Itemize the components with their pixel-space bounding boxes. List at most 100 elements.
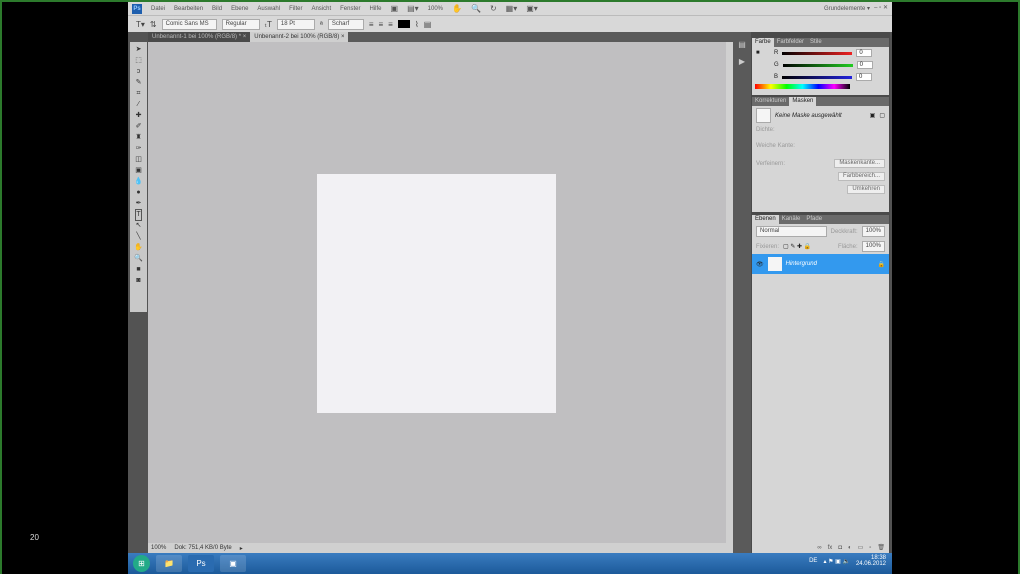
type-tool-icon[interactable]: T▾	[136, 20, 145, 29]
warp-text-icon[interactable]: ⌇	[415, 20, 419, 29]
fx-icon[interactable]: fx	[828, 545, 833, 551]
history-brush-icon[interactable]: ✑	[136, 144, 142, 154]
fill-input[interactable]: 100%	[861, 241, 885, 252]
color-ramp[interactable]	[755, 84, 850, 89]
group-icon[interactable]: ▭	[858, 544, 864, 551]
status-menu-arrow-icon[interactable]: ▸	[240, 545, 243, 552]
zoom-icon[interactable]: 🔍	[471, 4, 481, 13]
fg-color-swatch[interactable]: ■	[756, 50, 770, 56]
color-range-button[interactable]: Farbbereich...	[837, 172, 885, 181]
workspace-switcher[interactable]: Grundelemente ▾	[824, 5, 870, 12]
crop-tool-icon[interactable]: ⌗	[137, 89, 141, 99]
language-indicator[interactable]: DE	[809, 558, 817, 564]
stamp-tool-icon[interactable]: ♜	[135, 133, 141, 143]
vertical-scrollbar[interactable]	[726, 42, 733, 543]
rotate-icon[interactable]: ↻	[490, 4, 497, 13]
zoom-tool-icon[interactable]: 🔍	[134, 254, 143, 264]
zoom-dropdown[interactable]: 100%	[428, 6, 443, 12]
hand-tool-icon[interactable]: ✋	[134, 243, 143, 253]
eyedropper-tool-icon[interactable]: ⁄	[138, 100, 139, 110]
g-slider[interactable]	[782, 63, 853, 67]
path-select-tool-icon[interactable]: ↖	[136, 221, 142, 231]
bridge-icon[interactable]: ▣	[391, 4, 399, 13]
dodge-tool-icon[interactable]: ●	[136, 188, 140, 198]
document-canvas[interactable]	[317, 174, 556, 413]
marquee-tool-icon[interactable]: ⬚	[135, 56, 142, 66]
tab-masken[interactable]: Masken	[789, 97, 817, 106]
arrange-icon[interactable]: ▦▾	[506, 4, 518, 13]
font-style-select[interactable]: Regular	[221, 18, 260, 30]
window-controls[interactable]: – ▫ ✕	[874, 4, 888, 11]
pen-tool-icon[interactable]: ✒	[136, 199, 142, 209]
align-left-icon[interactable]: ≡	[369, 20, 374, 29]
vector-mask-icon[interactable]: ▢	[879, 112, 885, 119]
menu-bild[interactable]: Bild	[212, 6, 222, 12]
g-value[interactable]: 0	[856, 61, 873, 69]
menu-bearbeiten[interactable]: Bearbeiten	[174, 6, 203, 12]
link-icon[interactable]: ∞	[817, 545, 821, 551]
actions-icon[interactable]: ▶	[733, 57, 751, 66]
antialias-select[interactable]: Scharf	[327, 18, 364, 30]
pixel-mask-icon[interactable]: ▣	[870, 112, 876, 119]
blur-tool-icon[interactable]: 💧	[134, 177, 143, 187]
tab-kanaele[interactable]: Kanäle	[779, 215, 804, 224]
status-zoom[interactable]: 100%	[151, 545, 166, 551]
healing-tool-icon[interactable]: ✚	[136, 111, 142, 121]
hand-icon[interactable]: ✋	[452, 4, 462, 13]
layer-row-hintergrund[interactable]: 👁 Hintergrund 🔒	[752, 254, 889, 274]
start-button[interactable]: ⊞	[133, 555, 150, 572]
tab-stile[interactable]: Stile	[807, 38, 825, 47]
tray-icons[interactable]: ▴ ⚑ ▣ 🔈	[823, 558, 850, 565]
r-value[interactable]: 0	[856, 49, 873, 57]
tab-pfade[interactable]: Pfade	[803, 215, 825, 224]
text-color-swatch[interactable]	[397, 20, 410, 28]
tab-ebenen[interactable]: Ebenen	[752, 215, 779, 224]
visibility-eye-icon[interactable]: 👁	[756, 261, 764, 268]
opacity-input[interactable]: 100%	[861, 226, 885, 237]
quick-mask-icon[interactable]: ◙	[136, 276, 140, 286]
taskbar-app-icon[interactable]: ▣	[220, 555, 246, 572]
minibridge-icon[interactable]: ▤▾	[407, 4, 419, 13]
tab-document-1[interactable]: Unbenannt-1 bei 100% (RGB/8) * ×	[148, 32, 251, 42]
color-swatches-icon[interactable]: ■	[136, 265, 140, 275]
tab-korrekturen[interactable]: Korrekturen	[752, 97, 789, 106]
lasso-tool-icon[interactable]: ↄ	[137, 67, 141, 77]
line-tool-icon[interactable]: ╲	[136, 232, 140, 242]
adjustment-icon[interactable]: ◐	[848, 545, 852, 551]
align-right-icon[interactable]: ≡	[388, 20, 393, 29]
gradient-tool-icon[interactable]: ▣	[135, 166, 142, 176]
b-slider[interactable]	[782, 75, 853, 79]
trash-icon[interactable]: 🗑	[877, 544, 885, 551]
menu-fenster[interactable]: Fenster	[340, 6, 360, 12]
taskbar-explorer-icon[interactable]: 📁	[156, 555, 182, 572]
menu-ebene[interactable]: Ebene	[231, 6, 248, 12]
add-mask-icon[interactable]: ◘	[838, 545, 842, 551]
mask-edge-button[interactable]: Maskenkante...	[834, 159, 885, 168]
clock[interactable]: 18:38 24.06.2012	[856, 555, 886, 567]
menu-auswahl[interactable]: Auswahl	[257, 6, 280, 12]
tab-document-2[interactable]: Unbenannt-2 bei 100% (RGB/8) ×	[250, 32, 349, 42]
new-layer-icon[interactable]: ▫	[869, 545, 871, 551]
b-value[interactable]: 0	[856, 73, 873, 81]
brush-tool-icon[interactable]: ✐	[136, 122, 142, 132]
orientation-icon[interactable]: ⇅	[150, 20, 157, 29]
font-size-input[interactable]: 18 Pt	[276, 18, 315, 30]
tab-farbfelder[interactable]: Farbfelder	[774, 38, 807, 47]
character-panel-icon[interactable]: ▤	[424, 20, 432, 29]
taskbar-photoshop-icon[interactable]: Ps	[188, 555, 214, 572]
lock-icons[interactable]: ▢ ✎ ✚ 🔒	[783, 243, 811, 250]
type-tool-icon[interactable]: T	[135, 209, 142, 221]
quick-select-tool-icon[interactable]: ✎	[136, 78, 142, 88]
font-family-select[interactable]: Comic Sans MS	[161, 18, 217, 30]
menu-hilfe[interactable]: Hilfe	[369, 6, 381, 12]
blend-mode-select[interactable]: Normal	[756, 226, 827, 237]
invert-button[interactable]: Umkehren	[847, 185, 885, 194]
menu-datei[interactable]: Datei	[151, 6, 165, 12]
screen-mode-icon[interactable]: ▣▾	[526, 4, 538, 13]
align-center-icon[interactable]: ≡	[379, 20, 384, 29]
eraser-tool-icon[interactable]: ◫	[135, 155, 142, 165]
move-tool-icon[interactable]: ➤	[136, 45, 142, 55]
menu-filter[interactable]: Filter	[289, 6, 302, 12]
r-slider[interactable]	[782, 51, 853, 55]
history-icon[interactable]: ▤	[733, 40, 751, 49]
